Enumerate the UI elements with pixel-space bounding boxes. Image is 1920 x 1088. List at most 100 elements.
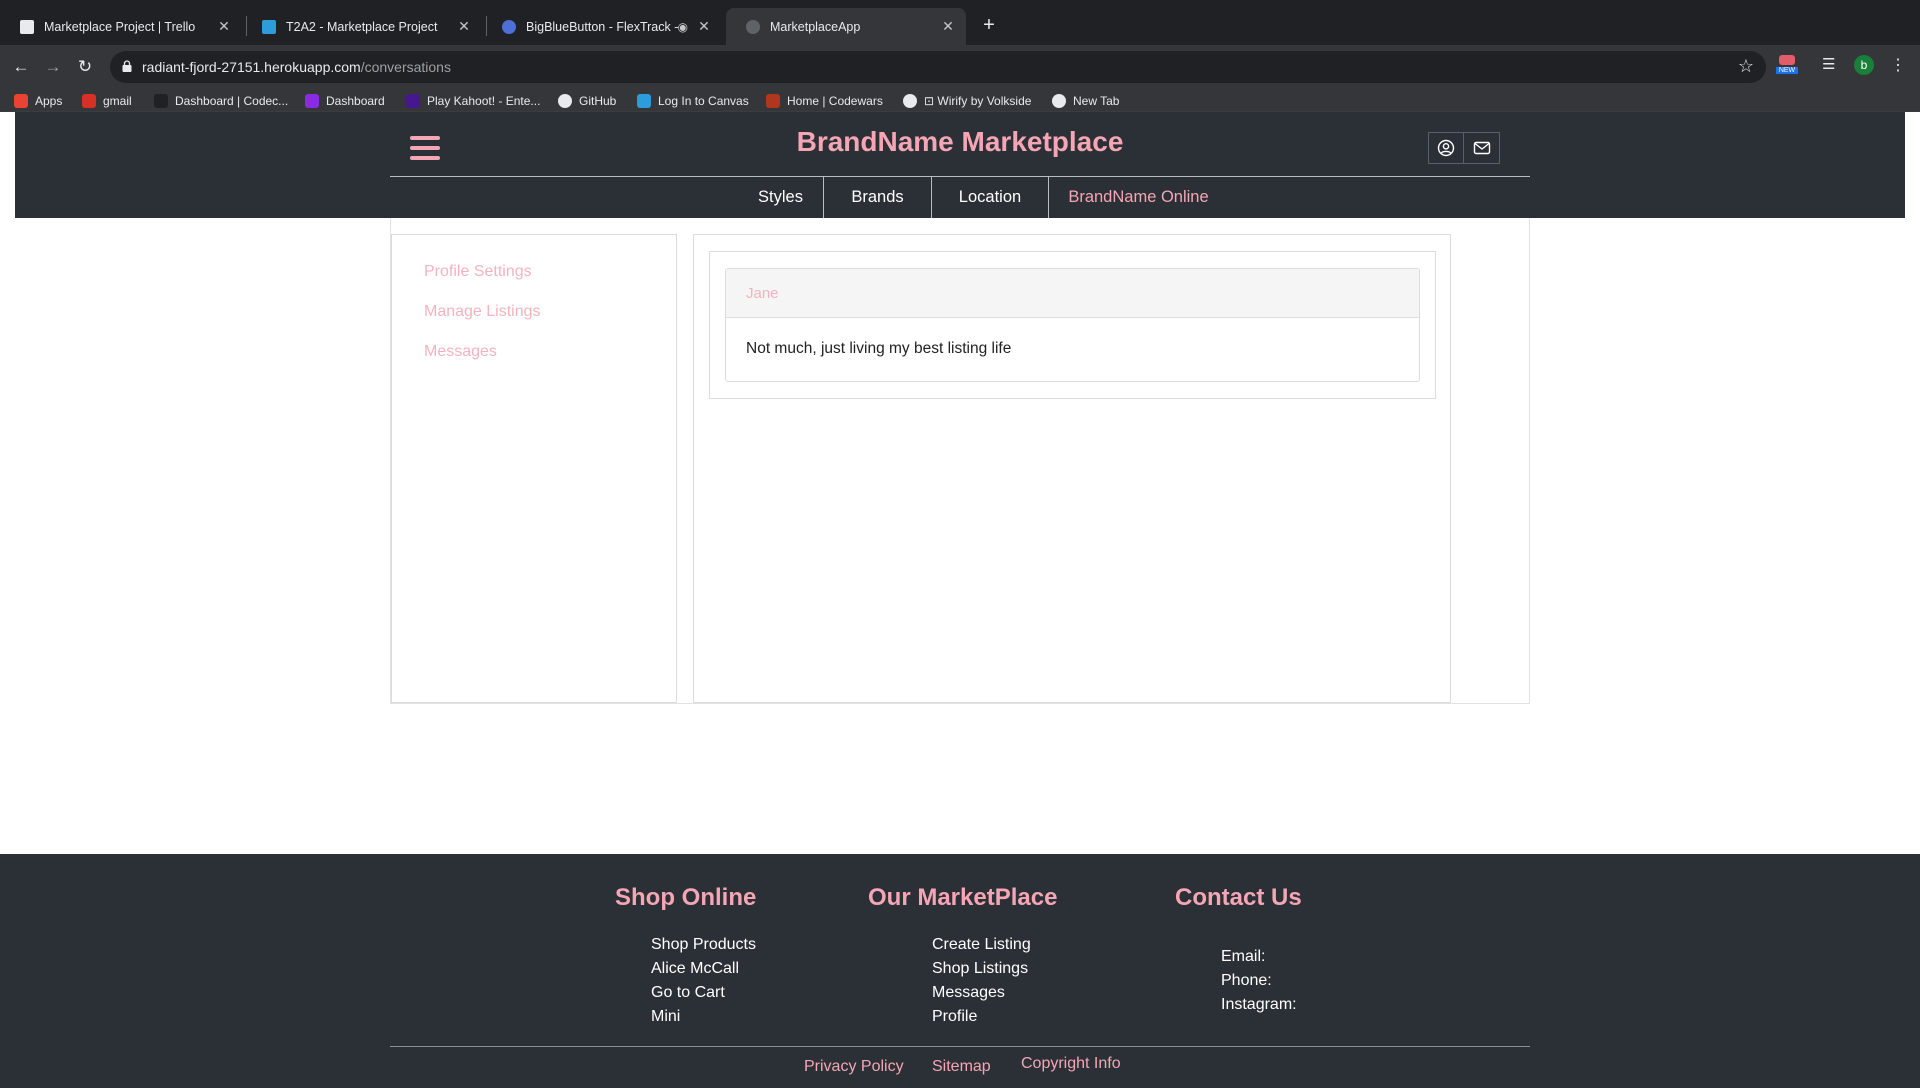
url-text: radiant-fjord-27151.herokuapp.com/conver… bbox=[142, 59, 451, 75]
user-circle-icon bbox=[1437, 139, 1455, 157]
bookmark-ed-dashboard[interactable]: Dashboard bbox=[305, 90, 385, 112]
footer-link-go-to-cart[interactable]: Go to Cart bbox=[651, 984, 725, 1002]
bookmark-star-icon[interactable]: ☆ bbox=[1738, 56, 1754, 77]
footer-link-alice-mccall[interactable]: Alice McCall bbox=[651, 960, 739, 978]
globe-icon bbox=[1052, 94, 1066, 108]
profile-button[interactable] bbox=[1428, 132, 1464, 164]
bookmark-github[interactable]: GitHub bbox=[558, 90, 616, 112]
sidebar-link-manage-listings[interactable]: Manage Listings bbox=[424, 303, 541, 321]
account-sidebar: Profile Settings Manage Listings Message… bbox=[391, 234, 677, 703]
footer-link-profile[interactable]: Profile bbox=[932, 1008, 977, 1026]
footer-contact-instagram: Instagram: bbox=[1221, 996, 1297, 1013]
sidebar-link-profile-settings[interactable]: Profile Settings bbox=[424, 263, 532, 281]
tab-marketplaceapp[interactable]: MarketplaceApp ✕ bbox=[726, 8, 966, 45]
tab-title: T2A2 - Marketplace Project bbox=[286, 19, 438, 34]
message-card[interactable]: Jane Not much, just living my best listi… bbox=[725, 268, 1420, 382]
lock-icon bbox=[122, 60, 132, 72]
canvas-icon bbox=[262, 19, 276, 34]
bookmark-label: ⊡ Wirify by Volkside bbox=[924, 94, 1032, 108]
footer-link-shop-products[interactable]: Shop Products bbox=[651, 936, 756, 954]
main-nav: Styles Brands Location BrandName Online bbox=[738, 177, 1228, 218]
address-bar[interactable]: radiant-fjord-27151.herokuapp.com/conver… bbox=[110, 51, 1766, 83]
message-text: Not much, just living my best listing li… bbox=[746, 340, 1012, 357]
bookmark-new-tab[interactable]: New Tab bbox=[1052, 90, 1119, 112]
bookmark-label: Dashboard | Codec... bbox=[175, 94, 289, 108]
nav-styles[interactable]: Styles bbox=[738, 177, 823, 218]
bookmark-label: Apps bbox=[35, 94, 63, 108]
messages-button[interactable] bbox=[1464, 132, 1500, 164]
bookmark-label: New Tab bbox=[1073, 94, 1120, 108]
conversations-panel: Jane Not much, just living my best listi… bbox=[693, 234, 1451, 703]
tab-t2a2[interactable]: T2A2 - Marketplace Project ✕ bbox=[242, 8, 482, 45]
globe-icon bbox=[746, 19, 760, 34]
bookmark-codewars[interactable]: Home | Codewars bbox=[766, 90, 883, 112]
bookmark-label: Play Kahoot! - Ente... bbox=[427, 94, 541, 108]
tab-bigbluebutton[interactable]: BigBlueButton - FlexTrack - S ◉ ✕ bbox=[482, 8, 722, 45]
new-tab-button[interactable]: + bbox=[976, 12, 1002, 38]
trello-icon bbox=[20, 19, 34, 34]
envelope-icon bbox=[1473, 141, 1490, 155]
sidebar-link-messages[interactable]: Messages bbox=[424, 343, 497, 361]
footer-link-sitemap[interactable]: Sitemap bbox=[932, 1058, 991, 1076]
tab-trello[interactable]: Marketplace Project | Trello ✕ bbox=[0, 8, 242, 45]
browser-menu-icon[interactable]: ⋮ bbox=[1890, 55, 1906, 79]
message-sender[interactable]: Jane bbox=[726, 269, 1419, 318]
close-icon[interactable]: ✕ bbox=[694, 18, 714, 35]
bigbluebutton-icon bbox=[502, 19, 516, 34]
globe-icon bbox=[903, 94, 917, 108]
apps-grid-icon bbox=[14, 94, 28, 108]
canvas-icon bbox=[637, 94, 651, 108]
back-arrow-icon[interactable]: ← bbox=[8, 54, 34, 80]
site-header: BrandName Marketplace Styles Brands Loca… bbox=[15, 112, 1905, 218]
footer-link-create-listing[interactable]: Create Listing bbox=[932, 936, 1031, 954]
codecademy-icon bbox=[154, 94, 168, 108]
footer-link-copyright-info[interactable]: Copyright Info bbox=[1021, 1055, 1121, 1073]
footer-contact-phone: Phone: bbox=[1221, 972, 1272, 989]
bookmark-label: GitHub bbox=[579, 94, 617, 108]
brand-title[interactable]: BrandName Marketplace bbox=[15, 126, 1905, 158]
forward-arrow-icon[interactable]: → bbox=[40, 54, 66, 80]
tab-title: MarketplaceApp bbox=[770, 19, 861, 34]
reload-icon[interactable]: ↻ bbox=[72, 54, 98, 80]
codewars-icon bbox=[766, 94, 780, 108]
browser-tab-bar: Marketplace Project | Trello ✕ T2A2 - Ma… bbox=[0, 0, 1920, 45]
conversation-wrapper: Jane Not much, just living my best listi… bbox=[709, 251, 1436, 399]
bookmark-kahoot[interactable]: Play Kahoot! - Ente... bbox=[406, 90, 540, 112]
url-host: radiant-fjord-27151.herokuapp.com bbox=[142, 59, 361, 75]
ed-icon bbox=[305, 94, 319, 108]
content-container: Profile Settings Manage Listings Message… bbox=[390, 218, 1530, 704]
nav-brandname-online[interactable]: BrandName Online bbox=[1048, 177, 1228, 218]
footer-heading-contact-us: Contact Us bbox=[1175, 884, 1302, 911]
footer-heading-shop-online: Shop Online bbox=[615, 884, 757, 911]
recording-icon: ◉ bbox=[677, 19, 688, 34]
bookmark-label: Log In to Canvas bbox=[658, 94, 749, 108]
page-viewport: BrandName Marketplace Styles Brands Loca… bbox=[0, 112, 1920, 1088]
bookmark-wirify[interactable]: ⊡ Wirify by Volkside bbox=[903, 90, 1031, 112]
bookmark-gmail[interactable]: gmail bbox=[82, 90, 132, 112]
browser-toolbar: ← → ↻ radiant-fjord-27151.herokuapp.com/… bbox=[0, 45, 1920, 90]
close-icon[interactable]: ✕ bbox=[214, 18, 234, 35]
close-icon[interactable]: ✕ bbox=[454, 18, 474, 35]
bookmark-apps[interactable]: Apps bbox=[14, 90, 62, 112]
footer-link-shop-listings[interactable]: Shop Listings bbox=[932, 960, 1028, 978]
url-path: /conversations bbox=[360, 59, 451, 75]
bookmark-label: Dashboard bbox=[326, 94, 385, 108]
profile-avatar[interactable]: b bbox=[1854, 55, 1874, 75]
extension-new-badge[interactable]: NEW bbox=[1776, 55, 1798, 79]
footer-link-mini[interactable]: Mini bbox=[651, 1008, 680, 1026]
footer-contact-email: Email: bbox=[1221, 948, 1266, 965]
media-control-icon[interactable]: ☰ bbox=[1822, 55, 1842, 79]
bookmark-label: gmail bbox=[103, 94, 132, 108]
gmail-icon bbox=[82, 94, 96, 108]
close-icon[interactable]: ✕ bbox=[938, 18, 958, 35]
footer-divider bbox=[390, 1046, 1530, 1047]
bookmark-codecademy[interactable]: Dashboard | Codec... bbox=[154, 90, 288, 112]
footer-link-privacy-policy[interactable]: Privacy Policy bbox=[804, 1058, 904, 1076]
bookmarks-bar: Apps gmail Dashboard | Codec... Dashboar… bbox=[0, 90, 1920, 112]
nav-location[interactable]: Location bbox=[931, 177, 1048, 218]
site-footer: Shop Online Shop Products Alice McCall G… bbox=[0, 854, 1920, 1088]
nav-brands[interactable]: Brands bbox=[823, 177, 931, 218]
bookmark-canvas[interactable]: Log In to Canvas bbox=[637, 90, 749, 112]
footer-link-messages[interactable]: Messages bbox=[932, 984, 1005, 1002]
extension-icon bbox=[1779, 55, 1795, 65]
